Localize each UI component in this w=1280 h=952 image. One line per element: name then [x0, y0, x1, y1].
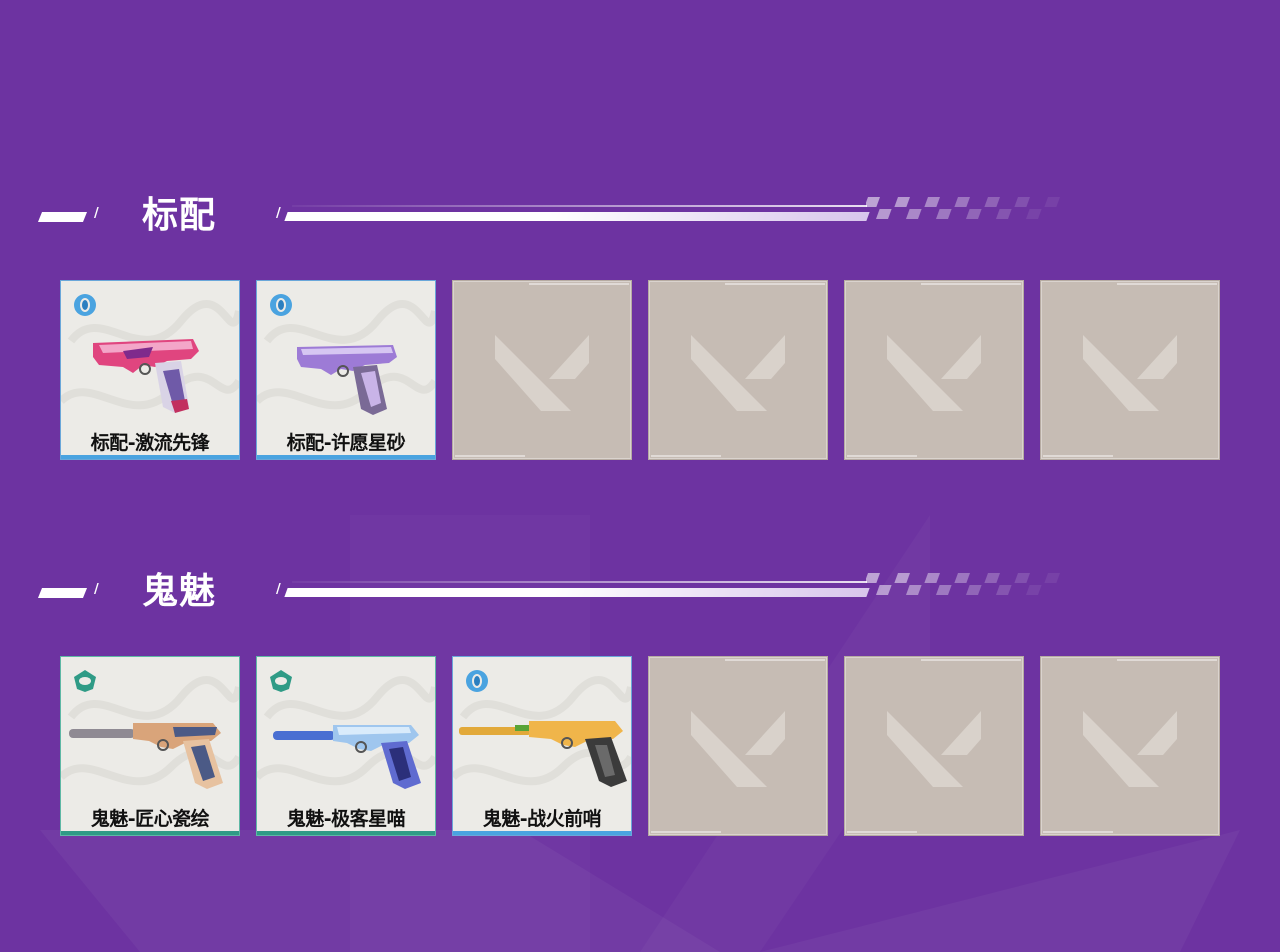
slot-edge-highlight: [1117, 659, 1217, 661]
slot-edge-highlight: [921, 659, 1021, 661]
ghost-pistol-porcelain-icon: [69, 723, 223, 789]
empty-slot: [648, 656, 828, 836]
slot-edge-highlight: [529, 283, 629, 285]
valorant-logo-icon: [887, 711, 981, 787]
valorant-logo-icon: [1083, 335, 1177, 411]
ghost-pistol-blue-icon: [273, 725, 421, 789]
skin-label: 标配-激流先锋: [90, 432, 210, 454]
empty-slot: [844, 280, 1024, 460]
select-tier-icon: [270, 294, 292, 316]
tier-color-bar: [257, 831, 435, 835]
valorant-logo-icon: [691, 711, 785, 787]
section-title: 标配: [142, 195, 217, 236]
empty-slot: [1040, 280, 1220, 460]
header-slash: /: [94, 206, 99, 221]
header-dash: [37, 588, 88, 598]
classic-pistol-stardust-icon: [297, 345, 397, 415]
slot-edge-highlight: [651, 455, 721, 457]
header-checker-pattern: [866, 573, 1060, 595]
header-line: [292, 581, 867, 583]
skin-card[interactable]: 鬼魅-极客星喵: [256, 656, 436, 836]
skin-label: 鬼魅-战火前哨: [482, 808, 602, 830]
slot-edge-highlight: [847, 455, 917, 457]
empty-slot: [452, 280, 632, 460]
slot-edge-highlight: [725, 283, 825, 285]
empty-slot: [1040, 656, 1220, 836]
skin-card[interactable]: 鬼魅-匠心瓷绘: [60, 656, 240, 836]
slot-edge-highlight: [1117, 283, 1217, 285]
header-checker-pattern: [866, 197, 1060, 219]
deluxe-tier-icon: [74, 670, 96, 692]
header-slash: /: [276, 582, 281, 597]
empty-slot: [844, 656, 1024, 836]
skin-grid: 标配-激流先锋 标配-许愿星砂: [60, 280, 1222, 462]
skin-grid: 鬼魅-匠心瓷绘 鬼魅-极客星喵 鬼魅-战火前哨: [60, 656, 1222, 838]
valorant-logo-icon: [1083, 711, 1177, 787]
header-line: [292, 205, 867, 207]
slot-edge-highlight: [921, 283, 1021, 285]
valorant-logo-icon: [887, 335, 981, 411]
select-tier-icon: [74, 294, 96, 316]
tier-color-bar: [61, 455, 239, 459]
skin-label: 鬼魅-极客星喵: [286, 808, 406, 830]
empty-slot: [648, 280, 828, 460]
deluxe-tier-icon: [270, 670, 292, 692]
valorant-logo-icon: [495, 335, 589, 411]
select-tier-icon: [466, 670, 488, 692]
slot-edge-highlight: [1043, 455, 1113, 457]
header-bar: [284, 212, 870, 221]
section-header: / 鬼魅 /: [0, 562, 1280, 622]
classic-pistol-flux-icon: [93, 339, 199, 413]
skin-card[interactable]: 鬼魅-战火前哨: [452, 656, 632, 836]
slot-edge-highlight: [1043, 831, 1113, 833]
skin-collection-page: { "colors": { "background": "#6d33a1", "…: [0, 0, 1280, 952]
slot-edge-highlight: [725, 659, 825, 661]
ghost-pistol-outpost-icon: [459, 721, 627, 787]
tier-color-bar: [61, 831, 239, 835]
tier-color-bar: [257, 455, 435, 459]
section-header: / 标配 /: [0, 186, 1280, 246]
section-title: 鬼魅: [142, 571, 217, 612]
skin-label: 标配-许愿星砂: [286, 432, 406, 454]
slot-edge-highlight: [651, 831, 721, 833]
skin-card[interactable]: 标配-许愿星砂: [256, 280, 436, 460]
skin-card[interactable]: 标配-激流先锋: [60, 280, 240, 460]
skin-label: 鬼魅-匠心瓷绘: [90, 808, 210, 830]
header-slash: /: [94, 582, 99, 597]
tier-color-bar: [453, 831, 631, 835]
header-bar: [284, 588, 870, 597]
slot-edge-highlight: [455, 455, 525, 457]
header-slash: /: [276, 206, 281, 221]
slot-edge-highlight: [847, 831, 917, 833]
valorant-logo-icon: [691, 335, 785, 411]
header-dash: [37, 212, 88, 222]
